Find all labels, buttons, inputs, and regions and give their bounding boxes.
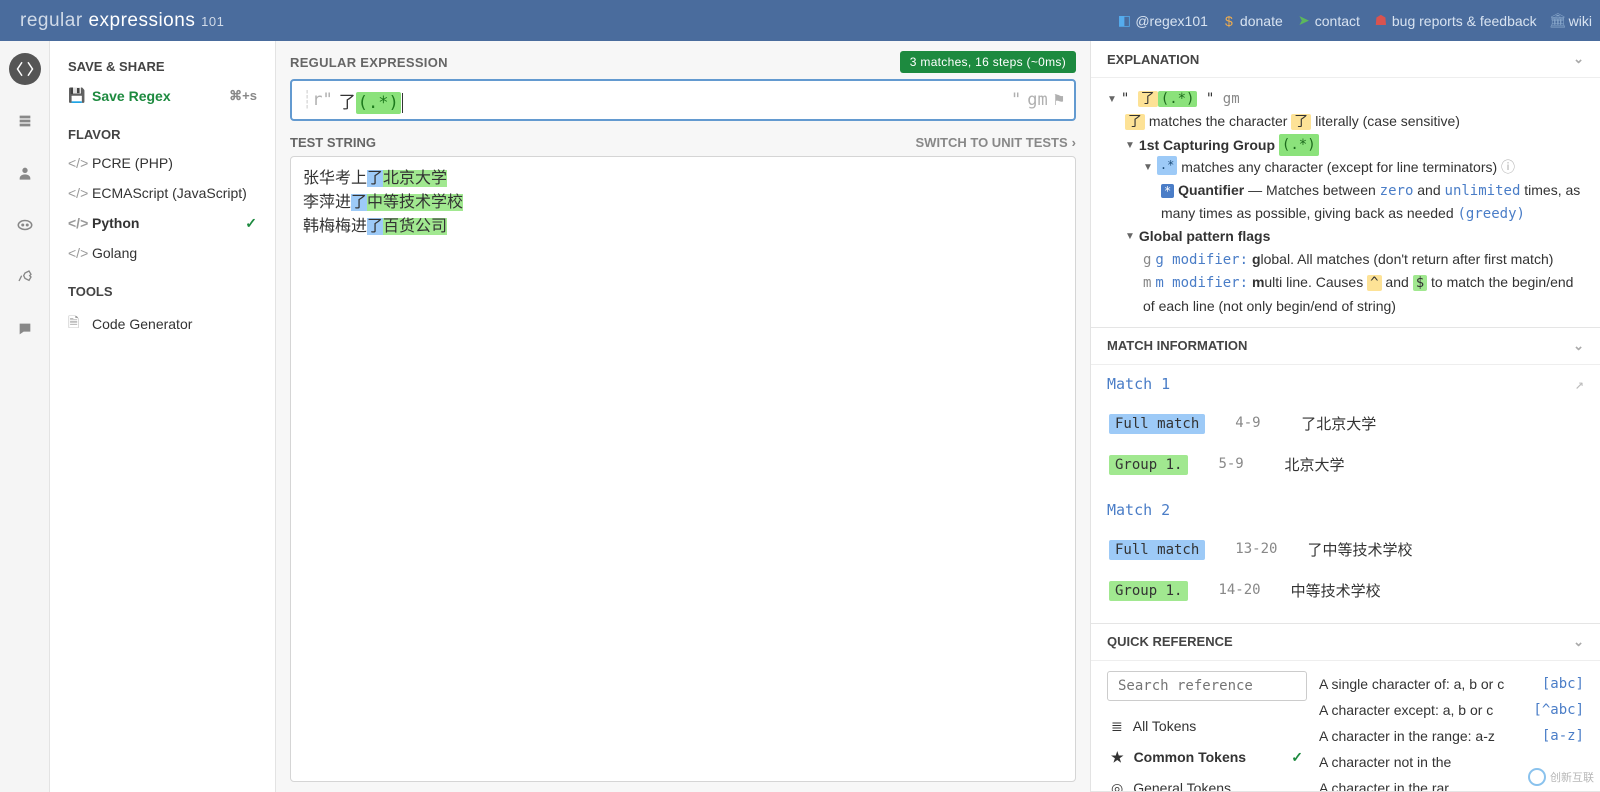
- regex-header: REGULAR EXPRESSION: [290, 55, 448, 70]
- collapse-icon[interactable]: ⌄: [1573, 634, 1584, 650]
- match-info-header: MATCH INFORMATION: [1107, 338, 1247, 353]
- regex-input[interactable]: ┊r" 了(.*) " gm ⚑: [290, 79, 1076, 121]
- save-share-header: SAVE & SHARE: [50, 53, 275, 80]
- send-icon: ➤: [1297, 14, 1311, 28]
- side-panel: SAVE & SHARE 💾 Save Regex ⌘+s FLAVOR </>…: [50, 41, 276, 792]
- caret-icon[interactable]: ▼: [1125, 134, 1135, 154]
- code-generator[interactable]: 🗎Code Generator: [50, 305, 275, 343]
- nav-settings-icon[interactable]: [9, 261, 41, 293]
- cat-common-tokens[interactable]: ★Common Tokens✓: [1107, 742, 1307, 773]
- quick-ref-header: QUICK REFERENCE: [1107, 634, 1233, 649]
- match-badge: 3 matches, 16 steps (~0ms): [900, 51, 1076, 73]
- twitter-icon: ◧: [1117, 14, 1131, 28]
- dollar-icon: $: [1222, 14, 1236, 28]
- collapse-icon[interactable]: ⌄: [1573, 51, 1584, 67]
- flag-icon: ⚑: [1054, 90, 1064, 110]
- match-row: Group 1.14-20中等技术学校: [1109, 570, 1582, 611]
- chevron-right-icon: ›: [1072, 135, 1076, 150]
- nav-regex-icon[interactable]: [9, 53, 41, 85]
- flavor-js[interactable]: </>ECMAScript (JavaScript): [50, 178, 275, 208]
- center-panel: REGULAR EXPRESSION 3 matches, 16 steps (…: [276, 41, 1090, 792]
- ref-item[interactable]: A character in the range: a-z[a-z]: [1319, 723, 1584, 749]
- explanation-header: EXPLANATION: [1107, 52, 1199, 67]
- nav-library-icon[interactable]: [9, 105, 41, 137]
- save-icon: 💾: [68, 87, 82, 104]
- caret-icon[interactable]: ▼: [1143, 156, 1153, 176]
- ref-item[interactable]: A character not in the: [1319, 749, 1584, 775]
- topbar: regular expressions 101 ◧@regex101 $dona…: [0, 0, 1600, 41]
- flavor-pcre[interactable]: </>PCRE (PHP): [50, 148, 275, 178]
- cat-all-tokens[interactable]: ≣All Tokens: [1107, 711, 1307, 742]
- caret-icon[interactable]: ▼: [1125, 225, 1135, 245]
- caret-icon[interactable]: ▼: [1107, 88, 1117, 108]
- link-wiki[interactable]: 🏛wiki: [1551, 13, 1592, 29]
- link-donate[interactable]: $donate: [1222, 13, 1283, 29]
- test-header: TEST STRING: [290, 135, 376, 150]
- code-icon: </>: [68, 245, 82, 261]
- search-reference-input[interactable]: [1107, 671, 1307, 701]
- regex-flags[interactable]: " gm ⚑: [1011, 90, 1064, 110]
- flavor-golang[interactable]: </>Golang: [50, 238, 275, 268]
- match-row: Full match13-20了中等技术学校: [1109, 529, 1582, 570]
- ref-item[interactable]: A single character of: a, b or c[abc]: [1319, 671, 1584, 697]
- code-icon: </>: [68, 185, 82, 201]
- link-bugs[interactable]: ☗bug reports & feedback: [1374, 13, 1537, 29]
- export-icon[interactable]: ↗: [1575, 375, 1584, 393]
- link-contact[interactable]: ➤contact: [1297, 13, 1360, 29]
- save-regex-button[interactable]: 💾 Save Regex ⌘+s: [50, 80, 275, 111]
- ref-item[interactable]: A character in the rar: [1319, 775, 1584, 792]
- collapse-icon[interactable]: ⌄: [1573, 338, 1584, 354]
- flavor-header: FLAVOR: [50, 121, 275, 148]
- switch-unit-tests[interactable]: SWITCH TO UNIT TESTS ›: [916, 135, 1077, 150]
- help-icon[interactable]: ⓘ: [1501, 156, 1515, 178]
- nav-debugger-icon[interactable]: [9, 209, 41, 241]
- bug-icon: ☗: [1374, 14, 1388, 28]
- right-panel: EXPLANATION ⌄ ▼ " 了(.*) " gm 了 matches th…: [1090, 41, 1600, 792]
- link-twitter[interactable]: ◧@regex101: [1117, 13, 1208, 29]
- match-row: Full match4-9了北京大学: [1109, 403, 1582, 444]
- nav-chat-icon[interactable]: [9, 313, 41, 345]
- explanation-body: ▼ " 了(.*) " gm 了 matches the character 了…: [1091, 78, 1600, 327]
- match-row: Group 1.5-9北京大学: [1109, 444, 1582, 485]
- code-icon: </>: [68, 215, 82, 231]
- regex-prefix: ┊r": [302, 90, 333, 110]
- save-shortcut: ⌘+s: [229, 88, 257, 104]
- tools-header: TOOLS: [50, 278, 275, 305]
- flavor-python[interactable]: </>Python✓: [50, 208, 275, 238]
- file-icon: 🗎: [68, 312, 82, 336]
- check-icon: ✓: [1291, 749, 1303, 766]
- cat-general-tokens[interactable]: ◎General Tokens: [1107, 773, 1307, 792]
- target-icon: ◎: [1111, 780, 1123, 792]
- bank-icon: 🏛: [1551, 14, 1565, 28]
- match-info-body: Match 1↗ Full match4-9了北京大学 Group 1.5-9北…: [1091, 365, 1600, 623]
- test-input[interactable]: 张华考上了北京大学 李萍进了中等技术学校 韩梅梅进了百货公司: [290, 156, 1076, 782]
- iconbar: [0, 41, 50, 792]
- stack-icon: ≣: [1111, 718, 1123, 735]
- nav-account-icon[interactable]: [9, 157, 41, 189]
- star-icon: ★: [1111, 749, 1124, 766]
- code-icon: </>: [68, 155, 82, 171]
- top-links: ◧@regex101 $donate ➤contact ☗bug reports…: [1117, 13, 1592, 29]
- ref-item[interactable]: A character except: a, b or c[^abc]: [1319, 697, 1584, 723]
- check-icon: ✓: [245, 215, 257, 232]
- logo[interactable]: regular expressions 101: [20, 10, 224, 32]
